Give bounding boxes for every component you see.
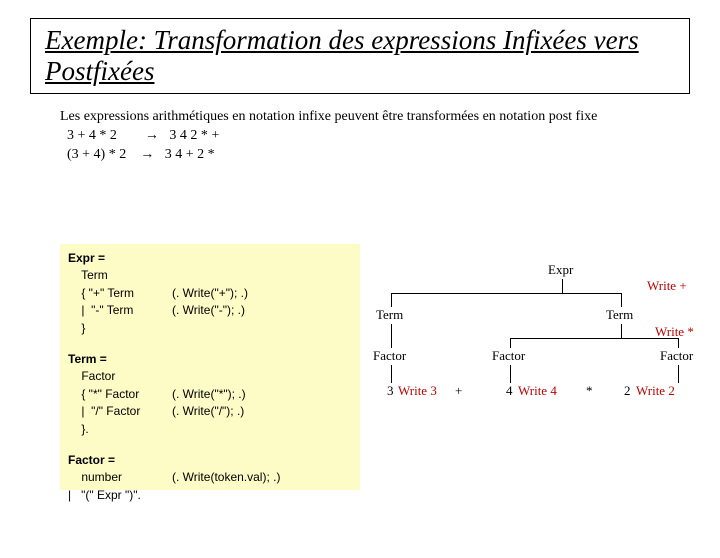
tree-line <box>510 338 511 348</box>
tree-line <box>678 365 679 383</box>
annot-write-2: Write 2 <box>636 383 675 399</box>
node-factor-3: Factor <box>660 348 693 364</box>
grammar-expr: Expr = Term { "+" Term(. Write("+"); .) … <box>68 250 352 337</box>
node-expr: Expr <box>548 262 573 278</box>
node-term-right: Term <box>606 307 633 323</box>
tree-line <box>391 324 392 348</box>
grammar-term: Term = Factor { "*" Factor(. Write("*");… <box>68 351 352 438</box>
tree-line <box>678 338 679 348</box>
intro-block: Les expressions arithmétiques en notatio… <box>60 108 720 165</box>
tree-line <box>391 365 392 383</box>
annot-write-3: Write 3 <box>398 383 437 399</box>
leaf-star: * <box>586 383 593 399</box>
example-1: 3 + 4 * 2 → 3 4 2 * + <box>60 127 720 146</box>
leaf-plus: + <box>455 383 462 399</box>
node-term-left: Term <box>376 307 403 323</box>
grammar-factor: Factor = number(. Write(token.val); .) |… <box>68 452 352 504</box>
grammar-box: Expr = Term { "+" Term(. Write("+"); .) … <box>60 244 360 490</box>
leaf-2: 2 <box>624 383 631 399</box>
annot-write-4: Write 4 <box>518 383 557 399</box>
tree-line <box>510 338 678 339</box>
leaf-3: 3 <box>387 383 394 399</box>
term-head: Term = <box>68 352 107 366</box>
title-box: Exemple: Transformation des expressions … <box>30 18 690 94</box>
node-factor-2: Factor <box>492 348 525 364</box>
tree-line <box>391 293 392 307</box>
tree-line <box>391 293 621 294</box>
slide-title: Exemple: Transformation des expressions … <box>45 25 675 87</box>
expr-head: Expr = <box>68 251 105 265</box>
node-factor-1: Factor <box>373 348 406 364</box>
factor-head: Factor = <box>68 453 115 467</box>
example-2: (3 + 4) * 2 → 3 4 + 2 * <box>60 146 720 165</box>
annot-write-plus: Write + <box>647 278 687 294</box>
tree-line <box>621 293 622 307</box>
tree-line <box>562 279 563 293</box>
leaf-4: 4 <box>506 383 513 399</box>
intro-lead: Les expressions arithmétiques en notatio… <box>60 108 720 127</box>
slide: Exemple: Transformation des expressions … <box>0 18 720 558</box>
parse-tree: Expr Write + Term Term Write * Factor 3 … <box>370 262 700 462</box>
tree-line <box>621 324 622 338</box>
tree-line <box>510 365 511 383</box>
